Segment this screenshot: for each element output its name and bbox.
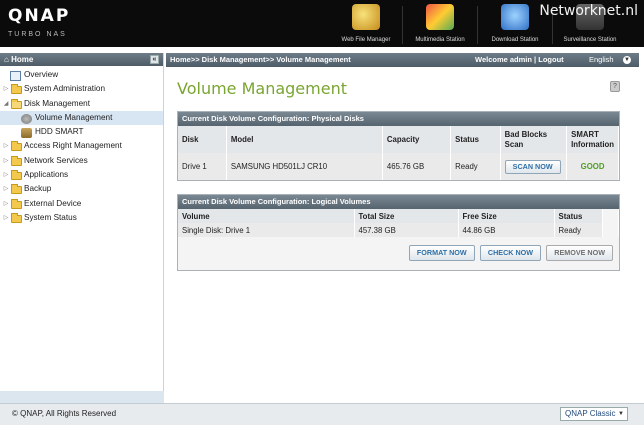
- sidebar-item-system-status[interactable]: ▷ System Status: [0, 211, 163, 225]
- folder-icon: [11, 184, 22, 195]
- folder-icon: [11, 170, 22, 181]
- folder-icon: [11, 141, 22, 152]
- expand-arrow-icon[interactable]: ▷: [3, 139, 9, 153]
- theme-select[interactable]: QNAP Classic ▼: [560, 407, 628, 421]
- sidebar-item-applications[interactable]: ▷ Applications: [0, 168, 163, 182]
- sidebar-footer: [0, 391, 164, 403]
- folder-icon: [11, 212, 22, 223]
- home-icon: ⌂: [4, 55, 9, 64]
- page-title: Volume Management: [177, 79, 347, 98]
- sidebar: ⌂ Home « Overview ▷ System Administratio…: [0, 53, 164, 403]
- logical-volumes-panel: Current Disk Volume Configuration: Logic…: [177, 194, 620, 271]
- top-header: QNAP TURBO NAS Web File Manager Multimed…: [0, 0, 644, 47]
- column-header: Status: [450, 126, 501, 153]
- column-header: SMART Information: [566, 126, 619, 153]
- top-bar: Home>> Disk Management>> Volume Manageme…: [166, 53, 639, 67]
- web-file-manager-button[interactable]: Web File Manager: [329, 4, 403, 46]
- brand-subtitle: TURBO NAS: [8, 31, 67, 38]
- folder-icon: [11, 198, 22, 209]
- column-header: Free Size: [458, 209, 555, 223]
- chevron-down-icon[interactable]: ▼: [623, 56, 631, 64]
- sidebar-item-disk-management[interactable]: ◢ Disk Management: [0, 97, 163, 111]
- sidebar-item-volume-management[interactable]: Volume Management: [0, 110, 163, 126]
- column-header: Disk: [178, 126, 227, 153]
- sidebar-item-backup[interactable]: ▷ Backup: [0, 182, 163, 196]
- status-cell: Ready: [450, 153, 501, 180]
- column-header: Volume: [178, 209, 355, 223]
- disk-cell: Drive 1: [178, 153, 227, 180]
- folder-open-icon: [11, 98, 22, 109]
- scan-now-button[interactable]: SCAN NOW: [504, 159, 561, 174]
- sidebar-title: Home: [11, 55, 34, 64]
- physical-disks-heading: Current Disk Volume Configuration: Physi…: [178, 112, 619, 126]
- expand-arrow-icon[interactable]: ▷: [3, 197, 9, 211]
- logical-volumes-table: Volume Total Size Free Size Status Singl…: [178, 209, 619, 237]
- multimedia-station-icon: [426, 4, 454, 30]
- download-station-icon: [501, 4, 529, 30]
- column-header: Status: [554, 209, 603, 223]
- web-file-manager-icon: [352, 4, 380, 30]
- breadcrumb: Home>> Disk Management>> Volume Manageme…: [170, 55, 351, 64]
- expand-arrow-icon[interactable]: ▷: [3, 82, 9, 96]
- column-header: Total Size: [354, 209, 459, 223]
- smart-status-badge: GOOD: [580, 162, 605, 171]
- free-size-cell: 44.86 GB: [458, 223, 555, 237]
- logout-link[interactable]: Logout: [538, 55, 563, 64]
- collapse-arrow-icon[interactable]: ◢: [3, 97, 9, 111]
- physical-disks-table: Disk Model Capacity Status Bad Blocks Sc…: [178, 126, 619, 180]
- volume-icon: [21, 113, 32, 124]
- help-icon[interactable]: ?: [610, 81, 620, 92]
- welcome-text: Welcome admin | Logout: [475, 55, 564, 64]
- expand-arrow-icon[interactable]: ▷: [3, 182, 9, 196]
- sidebar-item-overview[interactable]: Overview: [0, 68, 163, 82]
- remove-now-button[interactable]: REMOVE NOW: [546, 245, 613, 261]
- sidebar-item-network-services[interactable]: ▷ Network Services: [0, 154, 163, 168]
- logical-volumes-heading: Current Disk Volume Configuration: Logic…: [178, 195, 619, 209]
- collapse-sidebar-button[interactable]: «: [150, 55, 159, 64]
- table-header-row: Disk Model Capacity Status Bad Blocks Sc…: [178, 126, 619, 153]
- folder-icon: [11, 84, 22, 95]
- table-header-row: Volume Total Size Free Size Status: [178, 209, 619, 223]
- overview-icon: [10, 71, 21, 81]
- sidebar-item-system-administration[interactable]: ▷ System Administration: [0, 82, 163, 96]
- language-select[interactable]: English: [589, 53, 614, 67]
- sidebar-header: ⌂ Home «: [0, 53, 163, 66]
- hdd-smart-icon: [21, 128, 32, 139]
- column-header: Capacity: [382, 126, 452, 153]
- capacity-cell: 465.76 GB: [382, 153, 452, 180]
- footer: © QNAP, All Rights Reserved QNAP Classic…: [0, 403, 644, 425]
- format-now-button[interactable]: FORMAT NOW: [408, 245, 475, 261]
- table-row: Drive 1 SAMSUNG HD501LJ CR10 465.76 GB R…: [178, 153, 619, 180]
- main-content: Volume Management ? Current Disk Volume …: [166, 67, 639, 403]
- qnap-logo: QNAP: [8, 6, 71, 26]
- check-now-button[interactable]: CHECK NOW: [479, 245, 542, 261]
- expand-arrow-icon[interactable]: ▷: [3, 168, 9, 182]
- status-cell: Ready: [554, 223, 603, 237]
- sidebar-item-access-right-management[interactable]: ▷ Access Right Management: [0, 139, 163, 153]
- sidebar-item-hdd-smart[interactable]: HDD SMART: [0, 125, 163, 139]
- total-size-cell: 457.38 GB: [354, 223, 459, 237]
- copyright-text: © QNAP, All Rights Reserved: [12, 409, 117, 418]
- expand-arrow-icon[interactable]: ▷: [3, 154, 9, 168]
- expand-arrow-icon[interactable]: ▷: [3, 211, 9, 225]
- folder-icon: [11, 155, 22, 166]
- sidebar-item-external-device[interactable]: ▷ External Device: [0, 197, 163, 211]
- nav-tree: Overview ▷ System Administration ◢ Disk …: [0, 68, 163, 225]
- volume-actions: FORMAT NOW CHECK NOW REMOVE NOW: [406, 245, 613, 261]
- chevron-down-icon: ▼: [618, 411, 624, 417]
- column-header: Bad Blocks Scan: [500, 126, 568, 153]
- multimedia-station-button[interactable]: Multimedia Station: [403, 4, 477, 46]
- physical-disks-panel: Current Disk Volume Configuration: Physi…: [177, 111, 620, 181]
- model-cell: SAMSUNG HD501LJ CR10: [226, 153, 383, 180]
- column-header: Model: [226, 126, 383, 153]
- volume-cell: Single Disk: Drive 1: [178, 223, 355, 237]
- watermark: Networknet.nl: [539, 3, 638, 19]
- table-row: Single Disk: Drive 1 457.38 GB 44.86 GB …: [178, 223, 619, 237]
